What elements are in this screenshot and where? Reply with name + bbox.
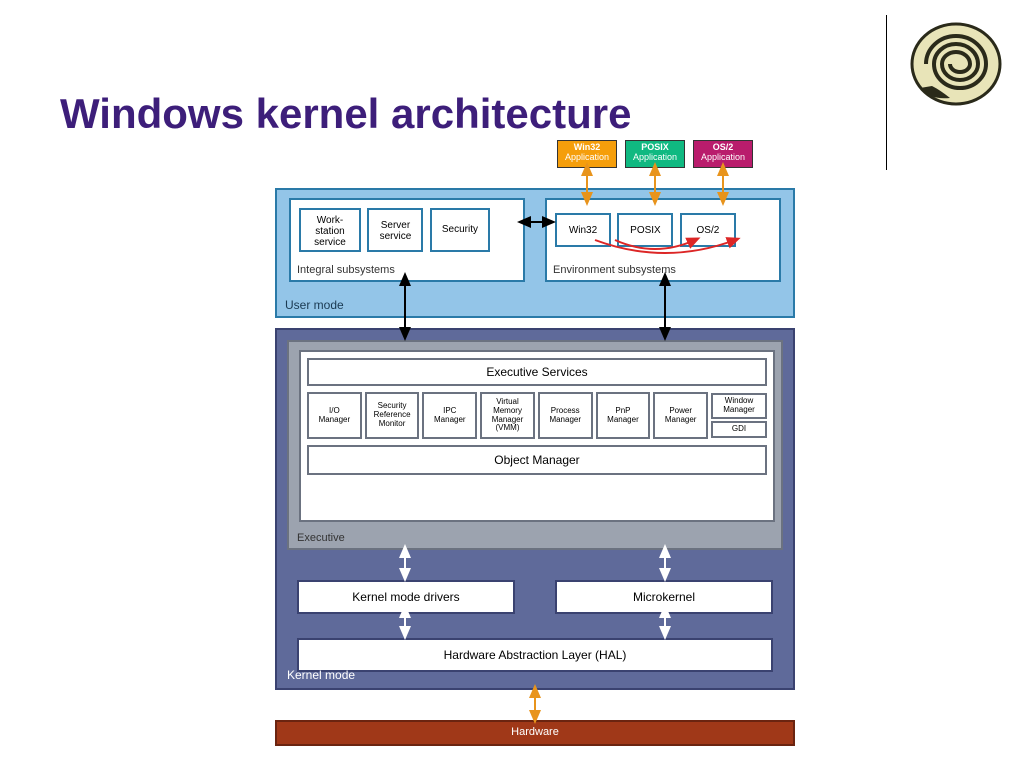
object-manager-bar: Object Manager bbox=[307, 445, 767, 475]
os2-subsystem-cell: OS/2 bbox=[680, 213, 736, 247]
io-manager-cell: I/O Manager bbox=[307, 392, 362, 439]
executive-label: Executive bbox=[297, 532, 345, 544]
security-cell: Security bbox=[430, 208, 490, 252]
server-service-cell: Server service bbox=[367, 208, 423, 252]
executive-services-bar: Executive Services bbox=[307, 358, 767, 386]
win32-app-box: Win32Application bbox=[557, 140, 617, 168]
managers-row: I/O Manager Security Reference Monitor I… bbox=[307, 392, 767, 439]
gdi-cell: GDI bbox=[711, 421, 767, 438]
microkernel-box: Microkernel bbox=[555, 580, 773, 614]
kernel-mode-layer: Executive Services I/O Manager Security … bbox=[275, 328, 795, 690]
integral-subsystems-label: Integral subsystems bbox=[297, 264, 395, 276]
user-mode-label: User mode bbox=[285, 298, 344, 312]
process-manager-cell: Process Manager bbox=[538, 392, 593, 439]
kernel-row: Kernel mode drivers Microkernel bbox=[297, 580, 773, 614]
user-mode-layer: Work- station service Server service Sec… bbox=[275, 188, 795, 318]
ipc-manager-cell: IPC Manager bbox=[422, 392, 477, 439]
executive-box: Executive Services I/O Manager Security … bbox=[287, 340, 783, 550]
executive-inner: Executive Services I/O Manager Security … bbox=[299, 350, 775, 522]
vertical-divider bbox=[886, 15, 887, 170]
architecture-diagram: Win32Application POSIXApplication OS/2Ap… bbox=[275, 140, 795, 760]
environment-subsystems-box: Win32 POSIX OS/2 Environment subsystems bbox=[545, 198, 781, 282]
environment-subsystems-label: Environment subsystems bbox=[553, 264, 676, 276]
kernel-mode-drivers-box: Kernel mode drivers bbox=[297, 580, 515, 614]
integral-subsystems-box: Work- station service Server service Sec… bbox=[289, 198, 525, 282]
posix-subsystem-cell: POSIX bbox=[617, 213, 673, 247]
pnp-manager-cell: PnP Manager bbox=[596, 392, 651, 439]
workstation-service-cell: Work- station service bbox=[299, 208, 361, 252]
vmm-cell: Virtual Memory Manager (VMM) bbox=[480, 392, 535, 439]
os2-app-box: OS/2Application bbox=[693, 140, 753, 168]
posix-app-box: POSIXApplication bbox=[625, 140, 685, 168]
hardware-bar: Hardware bbox=[275, 720, 795, 746]
security-ref-monitor-cell: Security Reference Monitor bbox=[365, 392, 420, 439]
window-gdi-stack: Window Manager GDI bbox=[711, 392, 767, 439]
snail-logo-icon bbox=[910, 18, 1002, 110]
power-manager-cell: Power Manager bbox=[653, 392, 708, 439]
slide-title: Windows kernel architecture bbox=[60, 90, 631, 138]
win32-subsystem-cell: Win32 bbox=[555, 213, 611, 247]
kernel-mode-label: Kernel mode bbox=[287, 668, 355, 682]
window-manager-cell: Window Manager bbox=[711, 393, 767, 419]
hal-box: Hardware Abstraction Layer (HAL) bbox=[297, 638, 773, 672]
